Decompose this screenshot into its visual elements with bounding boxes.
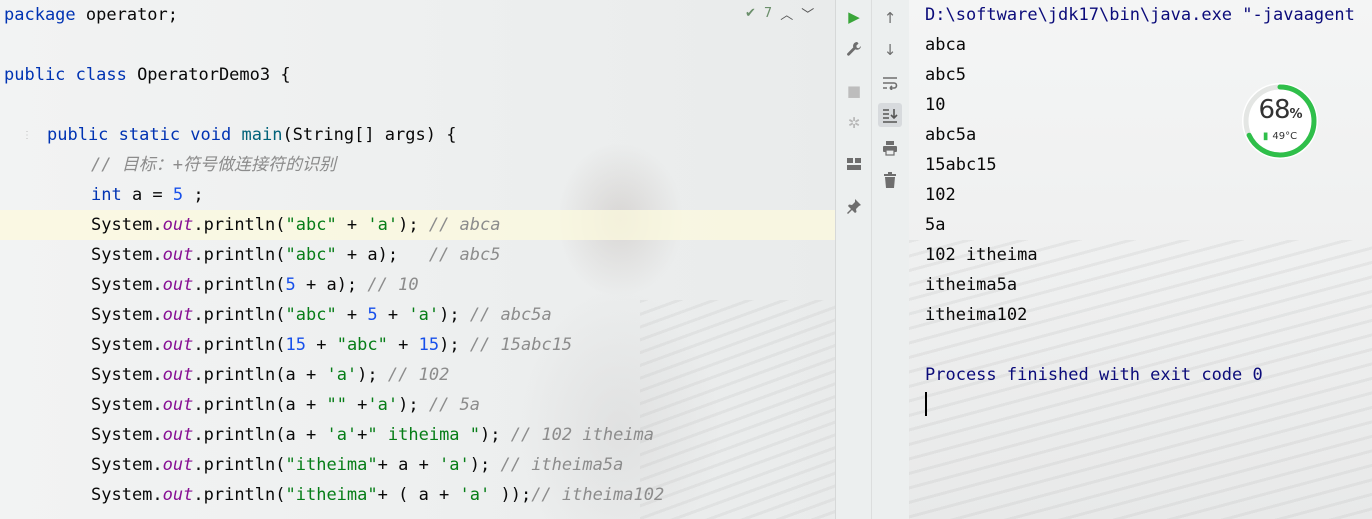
console-output-line: 5a (925, 215, 946, 235)
layout-icon[interactable] (842, 152, 866, 176)
console-output-line: 10 (925, 95, 946, 115)
code-line[interactable]: System.out.println("abc" + 5 + 'a'); // … (91, 300, 552, 330)
code-line[interactable]: System.out.println("itheima"+ a + 'a'); … (91, 450, 623, 480)
inspection-widget[interactable]: ✔ 7 ︿ ﹀ (745, 4, 814, 23)
stop-icon[interactable]: ■ (842, 79, 866, 103)
print-icon[interactable] (878, 136, 902, 160)
check-icon: ✔ (745, 6, 756, 21)
console-output-line: 102 itheima (925, 245, 1038, 265)
debug-icon[interactable]: ✲ (842, 111, 866, 135)
text-cursor (925, 392, 927, 416)
cpu-temperature: ▮ 49°C (1262, 131, 1298, 142)
console-output-line: abca (925, 35, 966, 55)
cpu-monitor-widget[interactable]: 68% ▮ 49°C (1238, 79, 1322, 163)
console-output-line: abc5a (925, 125, 977, 145)
code-line[interactable]: public static void main(String[] args) { (47, 120, 456, 150)
soft-wrap-icon[interactable] (878, 71, 902, 95)
chevron-down-icon[interactable]: ﹀ (801, 4, 814, 23)
arrow-down-icon[interactable]: ↓ (878, 38, 902, 62)
run-icon[interactable]: ▶ (842, 5, 866, 29)
editor-background-texture (640, 300, 835, 519)
scroll-to-end-icon[interactable] (878, 103, 902, 127)
code-line[interactable]: System.out.println(a + 'a'); // 102 (91, 360, 449, 390)
run-console[interactable]: D:\software\jdk17\bin\java.exe "-javaage… (909, 0, 1372, 519)
code-line[interactable]: public class OperatorDemo3 { (4, 60, 291, 90)
code-line[interactable]: System.out.println("abc" + a); // abc5 (91, 240, 500, 270)
wrench-icon[interactable] (842, 37, 866, 61)
trash-icon[interactable] (878, 168, 902, 192)
console-command-line: D:\software\jdk17\bin\java.exe "-javaage… (925, 5, 1355, 25)
thermometer-icon: ▮ (1262, 131, 1269, 142)
inspection-count: 7 (763, 6, 773, 21)
cpu-usage: 68% (1258, 95, 1302, 125)
chevron-up-icon[interactable]: ︿ (780, 4, 793, 23)
console-output-line: itheima102 (925, 305, 1028, 325)
code-line[interactable]: System.out.println(a + 'a'+" itheima ");… (91, 420, 654, 450)
code-line[interactable]: System.out.println(15 + "abc" + 15); // … (91, 330, 572, 360)
code-comment[interactable]: // 目标：+符号做连接符的识别 (91, 150, 336, 180)
console-output-line: abc5 (925, 65, 966, 85)
code-editor[interactable]: ⋮ ✔ 7 ︿ ﹀ package operator; public class… (0, 0, 835, 519)
code-line[interactable]: System.out.println("abc" + 'a'); // abca (91, 210, 501, 240)
code-line[interactable]: System.out.println(5 + a); // 10 (91, 270, 419, 300)
pin-icon[interactable] (842, 194, 866, 218)
console-output-line: 15abc15 (925, 155, 997, 175)
code-line[interactable]: int a = 5 ; (91, 180, 204, 210)
arrow-up-icon[interactable]: ↑ (878, 6, 902, 30)
console-exit-message: Process finished with exit code 0 (925, 365, 1263, 385)
console-output-line: itheima5a (925, 275, 1018, 295)
console-toolbar: ↑ ↓ (871, 0, 910, 519)
code-line[interactable]: System.out.println(a + "" +'a'); // 5a (91, 390, 480, 420)
run-toolbar: ▶ ■ ✲ (835, 0, 872, 519)
console-output-line: 102 (925, 185, 956, 205)
fold-marker-icon[interactable]: ⋮ (22, 130, 32, 141)
code-line[interactable]: package operator; (4, 0, 178, 30)
code-line[interactable]: System.out.println("itheima"+ ( a + 'a' … (91, 480, 664, 510)
